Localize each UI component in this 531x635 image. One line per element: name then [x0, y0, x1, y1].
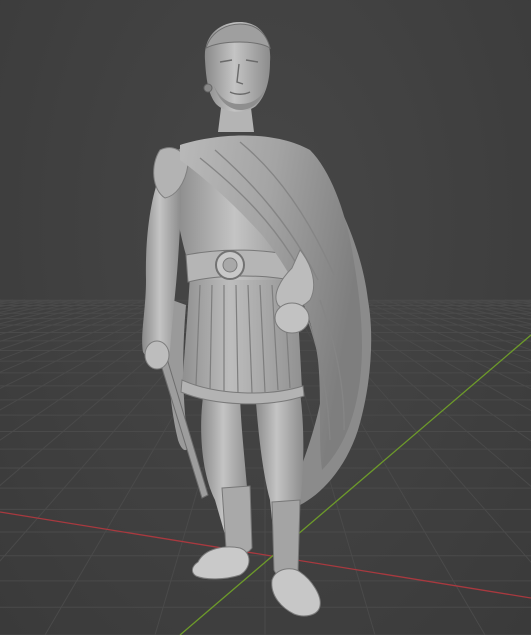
belt-buckle-center	[222, 257, 238, 273]
3d-viewport[interactable]	[0, 0, 531, 635]
boot-right	[271, 499, 301, 579]
boot-left	[221, 485, 253, 555]
statue-model[interactable]	[142, 22, 372, 617]
hand-left	[274, 302, 310, 334]
viewport-scene[interactable]	[0, 0, 531, 635]
sandal-left	[191, 546, 250, 580]
hand-right	[144, 340, 170, 370]
earring	[203, 83, 213, 93]
sandal-right	[271, 568, 321, 617]
